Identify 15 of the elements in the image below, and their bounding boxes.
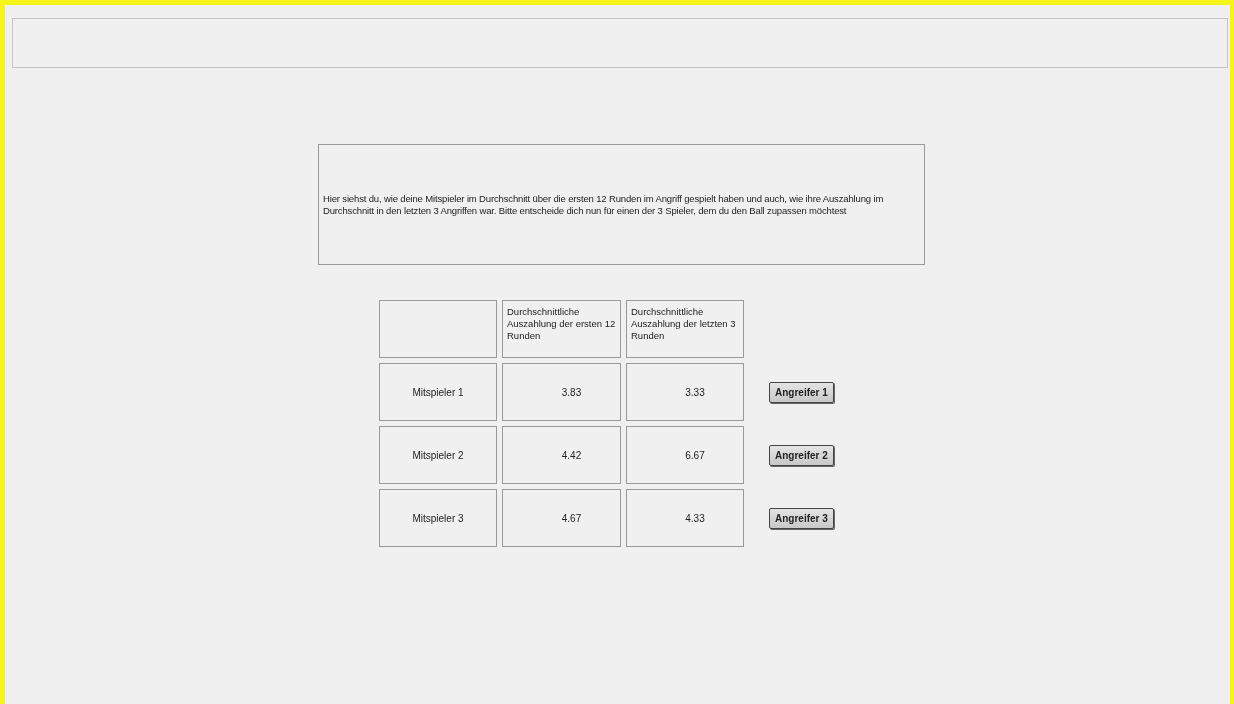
select-button[interactable]: Angreifer 3 — [769, 507, 834, 529]
table-cell: 3.33 — [626, 363, 744, 421]
column-header: Durchschnittliche Auszahlung der letzten 3 Runden — [626, 300, 744, 358]
table-cell: 4.33 — [626, 489, 744, 547]
table-cell: 4.67 — [502, 489, 621, 547]
instruction-text: Hier siehst du, wie deine Mitspieler im Durchschnitt über die ersten 12 Runden im Angriff gespielt haben und auch, wie ihre Auszahlung im Durchschnitt in den letzten 3 Angriffen war. Bitte entscheide dich nun für einen der 3 Spieler, dem du den Ball zupassen möchtest — [323, 192, 885, 217]
table-cell: Mitspieler 2 — [379, 426, 497, 484]
select-button[interactable]: Angreifer 2 — [769, 444, 834, 466]
table-cell: Mitspieler 1 — [379, 363, 497, 421]
table-cell: 3.83 — [502, 363, 621, 421]
table-cell: 6.67 — [626, 426, 744, 484]
table-cell: 4.42 — [502, 426, 621, 484]
column-header: Durchschnittliche Auszahlung der ersten 12 Runden — [502, 300, 621, 358]
select-button[interactable]: Angreifer 1 — [769, 381, 834, 403]
table-cell: Mitspieler 3 — [379, 489, 497, 547]
